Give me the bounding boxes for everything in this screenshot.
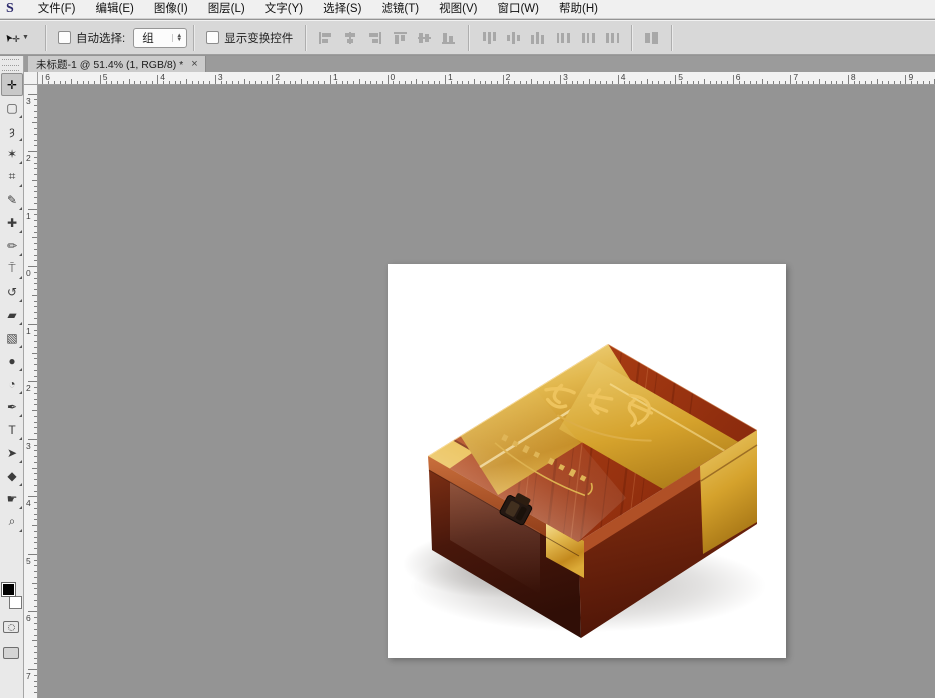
- auto-select-target-dropdown[interactable]: 组 ▲▼: [133, 28, 187, 48]
- document-canvas[interactable]: [388, 264, 786, 658]
- chevron-down-icon: ▼: [22, 34, 29, 41]
- show-transform-checkbox[interactable]: [206, 31, 219, 44]
- menu-item[interactable]: 选择(S): [313, 0, 371, 19]
- align-right-edges-button[interactable]: [365, 30, 382, 45]
- menu-item[interactable]: 视图(V): [429, 0, 487, 19]
- path-selection-tool[interactable]: ➤: [1, 441, 23, 464]
- divider: [671, 25, 672, 51]
- zoom-tool[interactable]: ⌕: [1, 510, 23, 533]
- menu-items: 文件(F)编辑(E)图像(I)图层(L)文字(Y)选择(S)滤镜(T)视图(V)…: [28, 0, 608, 19]
- align-horizontal-centers-button[interactable]: [341, 30, 358, 45]
- distribute-top-edges-button[interactable]: [480, 30, 497, 45]
- stepper-arrows-icon: ▲▼: [172, 34, 182, 42]
- shape-tool[interactable]: ◆: [1, 464, 23, 487]
- document-tab-title: 未标题-1 @ 51.4% (1, RGB/8) *: [36, 57, 183, 72]
- pen-tool[interactable]: ✒: [1, 395, 23, 418]
- screen-mode-button[interactable]: [3, 647, 19, 659]
- lasso-tool[interactable]: ȝ: [1, 119, 23, 142]
- blur-tool[interactable]: ●: [1, 349, 23, 372]
- tool-list: ✛▢ȝ✶⌗✎✚✏⍑↺▰▧●◔✒T➤◆☛⌕: [0, 73, 23, 533]
- menu-item[interactable]: 帮助(H): [549, 0, 608, 19]
- menu-item[interactable]: 图像(I): [144, 0, 198, 19]
- auto-select-label: 自动选择:: [76, 30, 125, 46]
- hand-tool[interactable]: ☛: [1, 487, 23, 510]
- menu-item[interactable]: 滤镜(T): [371, 0, 429, 19]
- quick-selection-tool[interactable]: ✶: [1, 142, 23, 165]
- canvas-area[interactable]: [38, 85, 935, 698]
- distribute-vertical-centers-button[interactable]: [504, 30, 521, 45]
- app-logo: S: [6, 1, 14, 17]
- wooden-box-photo: [388, 264, 786, 658]
- gradient-tool[interactable]: ▧: [1, 326, 23, 349]
- menu-item[interactable]: 文件(F): [28, 0, 86, 19]
- menu-bar: S 文件(F)编辑(E)图像(I)图层(L)文字(Y)选择(S)滤镜(T)视图(…: [0, 0, 935, 19]
- tab-close-icon[interactable]: ×: [191, 59, 197, 69]
- align-buttons-area: [312, 25, 678, 51]
- auto-align-layers-button[interactable]: [643, 30, 660, 45]
- dropdown-value: 组: [142, 30, 154, 46]
- menu-item[interactable]: 窗口(W): [487, 0, 549, 19]
- distribute-horizontal-centers-button[interactable]: [579, 30, 596, 45]
- align-vertical-centers-button[interactable]: [416, 30, 433, 45]
- menu-item[interactable]: 编辑(E): [85, 0, 143, 19]
- divider: [468, 25, 469, 51]
- clone-stamp-tool[interactable]: ⍑: [1, 257, 23, 280]
- vertical-ruler[interactable]: 32101234567: [24, 85, 38, 698]
- divider: [45, 25, 46, 51]
- crop-tool[interactable]: ⌗: [1, 165, 23, 188]
- horizontal-type-tool[interactable]: T: [1, 418, 23, 441]
- foreground-color-swatch[interactable]: [2, 583, 15, 596]
- document-tab-bar: 未标题-1 @ 51.4% (1, RGB/8) * ×: [24, 56, 935, 72]
- eyedropper-tool[interactable]: ✎: [1, 188, 23, 211]
- auto-select-checkbox[interactable]: [58, 31, 71, 44]
- panel-grip[interactable]: [2, 59, 19, 71]
- distribute-right-edges-button[interactable]: [603, 30, 620, 45]
- quick-mask-button[interactable]: [3, 621, 19, 633]
- brush-tool[interactable]: ✏: [1, 234, 23, 257]
- quick-mask-icon: [8, 624, 15, 631]
- divider: [193, 25, 194, 51]
- tools-panel: ✛▢ȝ✶⌗✎✚✏⍑↺▰▧●◔✒T➤◆☛⌕: [0, 56, 24, 698]
- menu-item[interactable]: 文字(Y): [255, 0, 313, 19]
- align-left-edges-button[interactable]: [317, 30, 334, 45]
- move-tool-preset[interactable]: ➤ ✛ ▼: [5, 30, 39, 45]
- history-brush-tool[interactable]: ↺: [1, 280, 23, 303]
- photoshop-window: S 文件(F)编辑(E)图像(I)图层(L)文字(Y)选择(S)滤镜(T)视图(…: [0, 0, 935, 698]
- rectangular-marquee-tool[interactable]: ▢: [1, 96, 23, 119]
- align-bottom-edges-button[interactable]: [440, 30, 457, 45]
- divider: [631, 25, 632, 51]
- dodge-tool[interactable]: ◔: [1, 372, 23, 395]
- distribute-left-edges-button[interactable]: [555, 30, 572, 45]
- document-tab[interactable]: 未标题-1 @ 51.4% (1, RGB/8) * ×: [28, 56, 206, 72]
- horizontal-ruler[interactable]: 6543210123456789: [38, 72, 935, 85]
- background-color-swatch[interactable]: [9, 596, 22, 609]
- distribute-bottom-edges-button[interactable]: [528, 30, 545, 45]
- options-bar: ➤ ✛ ▼ 自动选择: 组 ▲▼ 显示变换控件: [0, 20, 935, 55]
- divider: [305, 25, 306, 51]
- spot-healing-brush-tool[interactable]: ✚: [1, 211, 23, 234]
- ruler-corner: [24, 72, 38, 85]
- move-tool[interactable]: ✛: [1, 73, 23, 96]
- align-top-edges-button[interactable]: [392, 30, 409, 45]
- color-swatches[interactable]: [1, 583, 23, 609]
- menu-item[interactable]: 图层(L): [198, 0, 255, 19]
- eraser-tool[interactable]: ▰: [1, 303, 23, 326]
- show-transform-label: 显示变换控件: [224, 30, 293, 46]
